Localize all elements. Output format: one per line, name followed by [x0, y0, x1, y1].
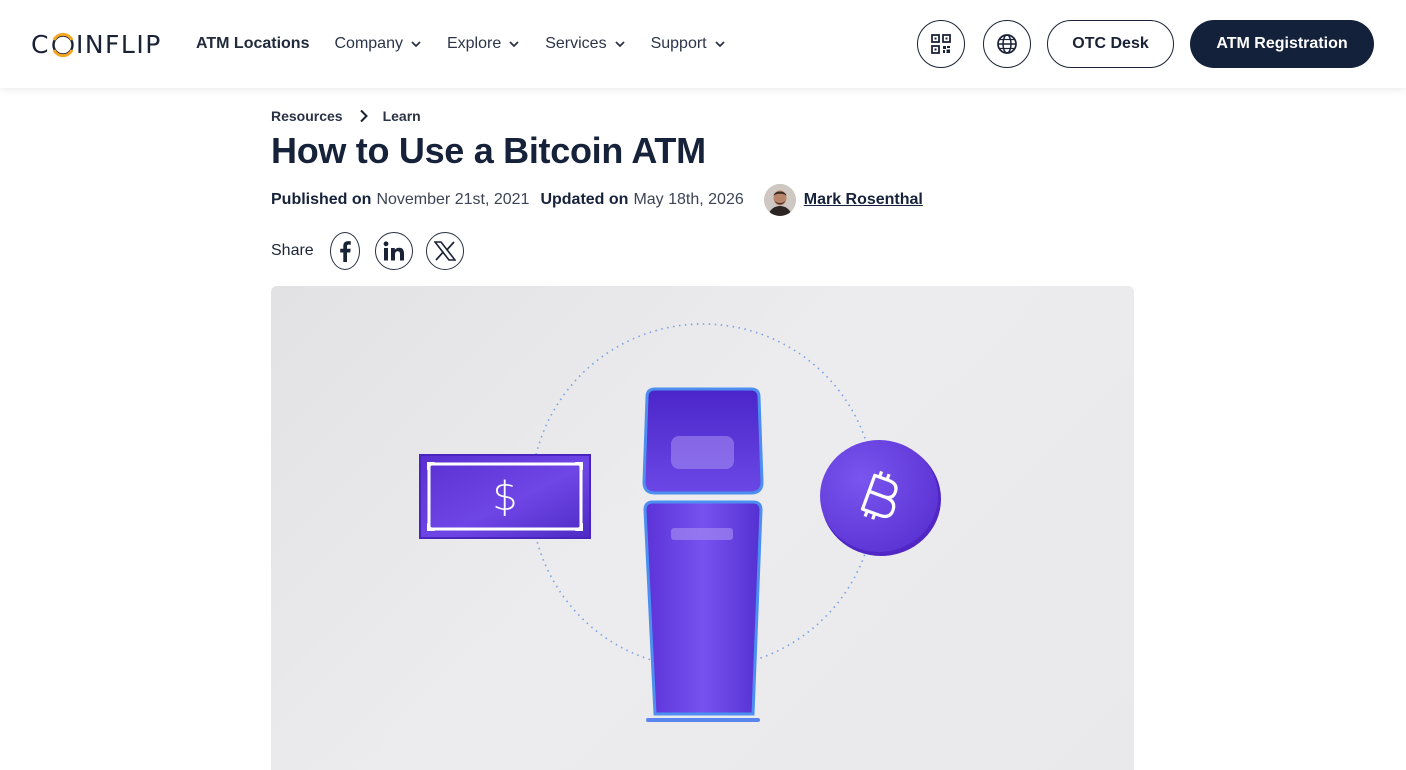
share-linkedin-button[interactable]: [374, 232, 413, 270]
otc-desk-button[interactable]: OTC Desk: [1047, 20, 1174, 68]
hero-image: $: [271, 286, 1134, 770]
qr-code-button[interactable]: [917, 20, 965, 68]
breadcrumb: Resources Learn: [271, 108, 421, 124]
updated-date: May 18th, 2026: [633, 191, 744, 208]
published-label: Published on: [271, 191, 372, 208]
share-x-button[interactable]: [425, 232, 464, 270]
qr-code-icon: [931, 34, 951, 54]
atm-registration-button[interactable]: ATM Registration: [1190, 20, 1374, 68]
globe-icon: [997, 34, 1017, 54]
nav-explore[interactable]: Explore: [447, 35, 520, 53]
share-bar: Share: [271, 232, 477, 270]
atm-registration-label: ATM Registration: [1216, 35, 1348, 52]
facebook-icon: [339, 241, 351, 262]
author-link[interactable]: Mark Rosenthal: [804, 191, 923, 209]
chevron-down-icon: [614, 41, 625, 48]
nav-support[interactable]: Support: [651, 35, 726, 53]
nav-services-label: Services: [545, 35, 607, 52]
breadcrumb-learn[interactable]: Learn: [383, 108, 421, 124]
nav-company[interactable]: Company: [334, 35, 421, 53]
coinflip-logo[interactable]: C INFLIP: [31, 24, 162, 64]
nav-support-label: Support: [650, 35, 707, 52]
updated-label: Updated on: [540, 191, 629, 208]
nav-explore-label: Explore: [446, 35, 502, 52]
breadcrumb-resources[interactable]: Resources: [271, 108, 343, 124]
logo-text-end: INFLIP: [75, 29, 162, 59]
svg-text:$: $: [492, 474, 517, 520]
published-date: November 21st, 2021: [376, 191, 530, 208]
logo-text-start: C: [31, 29, 50, 59]
x-icon: [433, 241, 456, 261]
chevron-down-icon: [714, 41, 725, 48]
nav-services[interactable]: Services: [545, 35, 625, 53]
logo-coin-icon: [51, 32, 75, 58]
chevron-down-icon: [411, 41, 421, 48]
nav-atm-locations-label: ATM Locations: [196, 35, 310, 52]
site-header: C INFLIP ATM Locations Company Explore S…: [0, 0, 1406, 88]
share-facebook-button[interactable]: [329, 232, 360, 270]
page-title: How to Use a Bitcoin ATM: [271, 130, 706, 171]
otc-desk-label: OTC Desk: [1072, 35, 1149, 52]
dollar-bill-icon: $: [419, 454, 591, 539]
nav-company-label: Company: [334, 35, 403, 52]
bitcoin-coin-icon: [820, 440, 941, 556]
nav-atm-locations[interactable]: ATM Locations: [196, 35, 309, 53]
main-nav: ATM Locations Company Explore Services S…: [196, 33, 751, 55]
author-avatar[interactable]: [763, 184, 796, 216]
atm-machine-icon: [642, 387, 764, 722]
linkedin-icon: [383, 241, 404, 261]
language-button[interactable]: [983, 20, 1031, 68]
share-label: Share: [271, 242, 314, 259]
chevron-right-icon: [359, 109, 368, 123]
chevron-down-icon: [509, 41, 519, 48]
article-meta: Published on November 21st, 2021 Updated…: [271, 184, 923, 216]
